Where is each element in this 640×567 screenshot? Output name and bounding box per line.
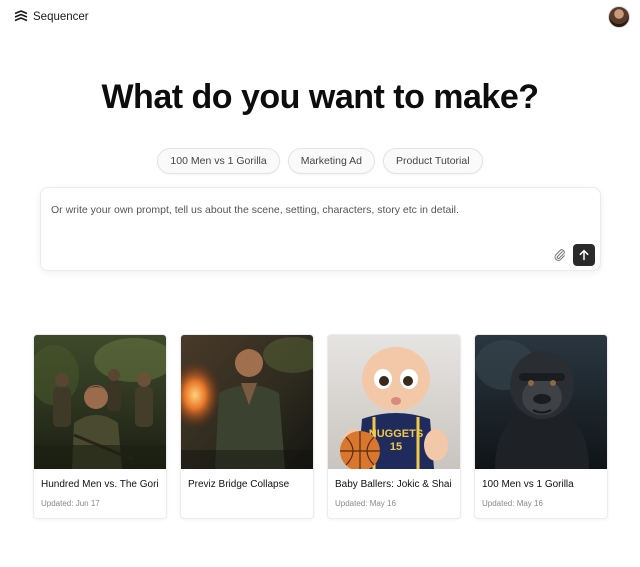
avatar[interactable] xyxy=(608,6,630,28)
project-card[interactable]: Hundred Men vs. The Gori Updated: Jun 17 xyxy=(33,334,167,519)
project-thumbnail xyxy=(181,335,313,469)
app-name: Sequencer xyxy=(33,11,89,23)
project-title: Baby Ballers: Jokic & Shai xyxy=(335,479,452,490)
send-button[interactable] xyxy=(573,244,595,266)
project-card[interactable]: 100 Men vs 1 Gorilla Updated: May 16 xyxy=(474,334,608,519)
arrow-up-icon xyxy=(579,249,589,261)
project-thumbnail xyxy=(34,335,166,469)
project-thumbnail xyxy=(475,335,607,469)
suggestion-chip-product-tutorial[interactable]: Product Tutorial xyxy=(383,148,483,174)
top-bar: Sequencer xyxy=(0,0,640,34)
paperclip-icon[interactable] xyxy=(551,246,567,262)
project-title: Hundred Men vs. The Gori xyxy=(41,479,159,490)
project-card[interactable]: Previz Bridge Collapse xyxy=(180,334,314,519)
suggestion-chip-gorilla[interactable]: 100 Men vs 1 Gorilla xyxy=(157,148,280,174)
project-grid: Hundred Men vs. The Gori Updated: Jun 17 xyxy=(33,334,609,520)
prompt-input[interactable] xyxy=(51,200,581,220)
brand[interactable]: Sequencer xyxy=(14,10,89,24)
project-title: Previz Bridge Collapse xyxy=(188,479,290,490)
jersey-word: NUGGETS xyxy=(369,428,423,440)
layers-logo-icon xyxy=(14,10,28,24)
project-card[interactable]: NUGGETS 15 Baby Ballers: Jokic & Shai Up… xyxy=(327,334,461,519)
project-thumbnail: NUGGETS 15 xyxy=(328,335,460,469)
project-updated: Updated: May 16 xyxy=(335,499,396,508)
project-updated: Updated: Jun 17 xyxy=(41,499,100,508)
page-title: What do you want to make? xyxy=(101,78,539,116)
project-title: 100 Men vs 1 Gorilla xyxy=(482,479,574,490)
suggestion-chips: 100 Men vs 1 Gorilla Marketing Ad Produc… xyxy=(0,148,640,174)
project-updated: Updated: May 16 xyxy=(482,499,543,508)
jersey-number: 15 xyxy=(390,441,402,453)
suggestion-chip-marketing-ad[interactable]: Marketing Ad xyxy=(287,148,376,174)
prompt-box xyxy=(40,187,601,271)
